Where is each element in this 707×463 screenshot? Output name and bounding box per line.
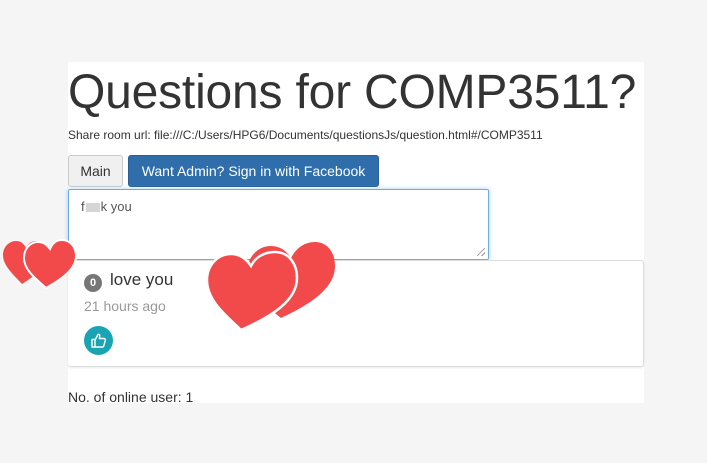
resize-grip-icon[interactable] xyxy=(477,248,485,256)
question-input-suffix: k you xyxy=(100,199,132,214)
share-room-url: Share room url: file:///C:/Users/HPG6/Do… xyxy=(68,128,543,142)
like-button[interactable] xyxy=(84,326,113,355)
like-count-badge: 0 xyxy=(84,274,102,292)
censor-block xyxy=(85,203,100,213)
question-input-prefix: f xyxy=(81,199,85,214)
question-timestamp: 21 hours ago xyxy=(84,298,166,314)
facebook-sign-in-button[interactable]: Want Admin? Sign in with Facebook xyxy=(128,155,379,187)
main-button[interactable]: Main xyxy=(68,155,123,187)
thumbs-up-icon xyxy=(91,333,107,348)
page-title: Questions for COMP3511? xyxy=(68,66,637,119)
question-text: love you xyxy=(110,270,174,289)
room-page: Questions for COMP3511? Share room url: … xyxy=(68,62,644,405)
online-user-count: No. of online user: 1 xyxy=(68,389,194,405)
question-input[interactable]: f k you xyxy=(68,189,489,260)
question-card: 0 love you 21 hours ago xyxy=(68,260,644,367)
